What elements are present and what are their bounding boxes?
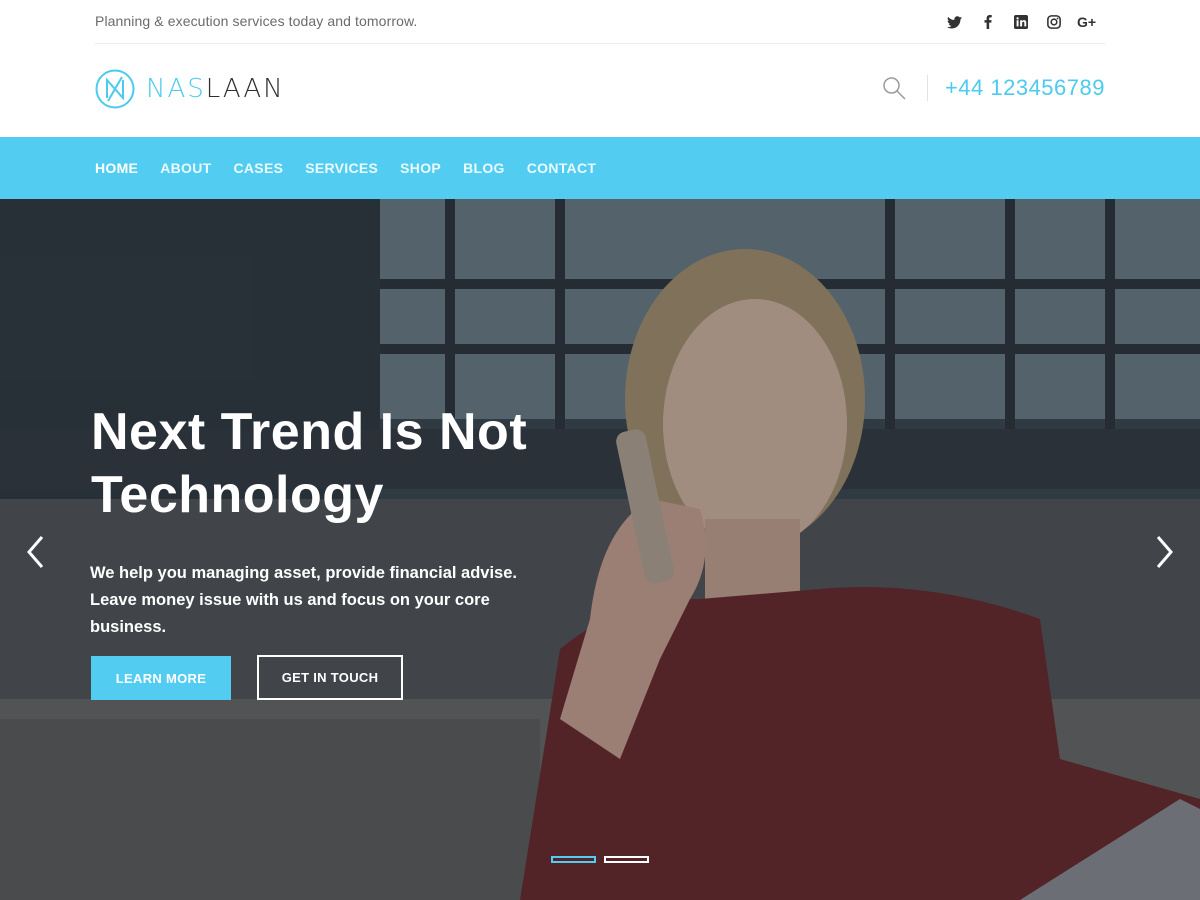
- logo[interactable]: NASLAAN: [95, 69, 285, 109]
- google-plus-icon[interactable]: G+: [1070, 13, 1103, 31]
- logo-text-accent: NAS: [146, 74, 206, 104]
- header-actions: +44 123456789: [882, 75, 1105, 101]
- main-nav: HOME ABOUT CASES SERVICES SHOP BLOG CONT…: [0, 137, 1200, 199]
- social-links: G+: [938, 13, 1103, 31]
- divider: [926, 75, 928, 101]
- learn-more-button[interactable]: LEARN MORE: [91, 656, 231, 700]
- nav-item-blog[interactable]: BLOG: [463, 160, 505, 176]
- hero-headline-line2: Technology: [91, 466, 384, 524]
- linkedin-icon[interactable]: [1004, 13, 1037, 31]
- twitter-icon[interactable]: [938, 13, 971, 31]
- hero-slider: Next Trend Is Not Technology We help you…: [0, 199, 1200, 900]
- nav-item-shop[interactable]: SHOP: [400, 160, 441, 176]
- hero-overlay: [0, 199, 1200, 900]
- facebook-icon[interactable]: [971, 13, 1004, 31]
- logo-text: NASLAAN: [146, 74, 285, 104]
- hero-subtext: We help you managing asset, provide fina…: [90, 564, 517, 636]
- nav-item-about[interactable]: ABOUT: [160, 160, 211, 176]
- nav-item-contact[interactable]: CONTACT: [527, 160, 597, 176]
- tagline: Planning & execution services today and …: [95, 13, 418, 29]
- chevron-left-icon[interactable]: [24, 534, 48, 570]
- logo-text-rest: LAAN: [205, 74, 285, 104]
- nav-item-home[interactable]: HOME: [95, 160, 138, 176]
- search-icon[interactable]: [882, 76, 906, 100]
- slider-pagination: [551, 856, 649, 863]
- slider-dot-1[interactable]: [551, 856, 596, 863]
- hero-headline-line1: Next Trend Is Not: [91, 403, 528, 461]
- logo-mark-icon: [95, 69, 135, 109]
- top-bar: Planning & execution services today and …: [95, 0, 1105, 44]
- instagram-icon[interactable]: [1037, 13, 1070, 31]
- get-in-touch-button[interactable]: GET IN TOUCH: [257, 655, 403, 700]
- chevron-right-icon[interactable]: [1152, 534, 1176, 570]
- phone-number[interactable]: +44 123456789: [945, 75, 1105, 101]
- site-header: NASLAAN +44 123456789: [95, 45, 1105, 137]
- nav-item-cases[interactable]: CASES: [233, 160, 283, 176]
- nav-item-services[interactable]: SERVICES: [305, 160, 378, 176]
- hero-headline: Next Trend Is Not Technology: [91, 401, 651, 527]
- slider-dot-2[interactable]: [604, 856, 649, 863]
